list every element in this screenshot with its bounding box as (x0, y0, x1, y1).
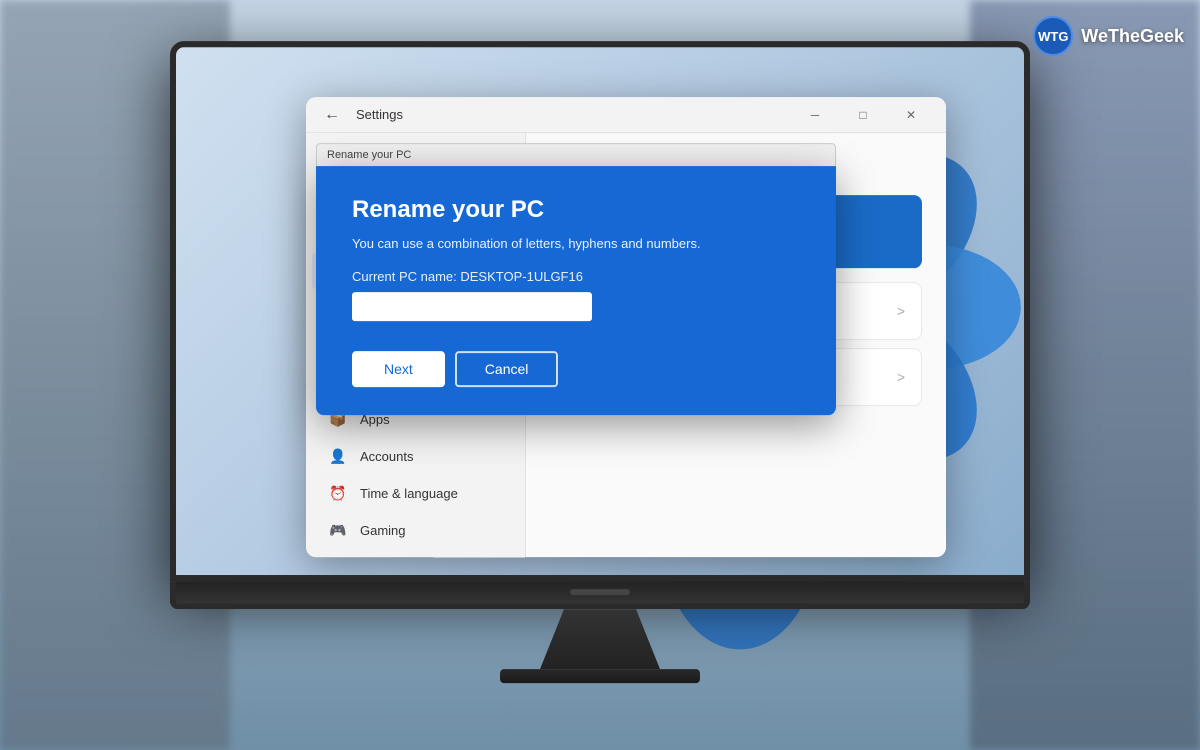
settings-title: Settings (356, 107, 403, 122)
maximize-button[interactable]: □ (840, 97, 886, 133)
notifications-chevron: > (897, 303, 905, 319)
gaming-icon: 🎮 (328, 520, 348, 540)
sidebar-item-accounts[interactable]: 👤 Accounts (312, 438, 519, 474)
sidebar-label-accounts: Accounts (360, 449, 413, 464)
rename-titlebar-text: Rename your PC (327, 149, 411, 161)
rename-dialog-desc: You can use a combination of letters, hy… (352, 236, 800, 251)
next-button[interactable]: Next (352, 351, 445, 387)
sidebar-label-time: Time & language (360, 486, 458, 501)
minimize-button[interactable]: ─ (792, 97, 838, 133)
back-button[interactable]: ← (318, 101, 346, 129)
sidebar-item-gaming[interactable]: 🎮 Gaming (312, 512, 519, 548)
wtg-brand-name: WeTheGeek (1081, 26, 1184, 47)
monitor-screen: ← Settings ─ □ ✕ 👤 (170, 41, 1030, 581)
new-pc-name-input[interactable] (352, 292, 592, 321)
rename-dialog-titlebar: Rename your PC (316, 143, 836, 167)
cancel-button[interactable]: Cancel (455, 351, 559, 387)
close-button[interactable]: ✕ (888, 97, 934, 133)
monitor-stand (540, 609, 660, 669)
current-pc-name-label: Current PC name: DESKTOP-1ULGF16 (352, 269, 800, 284)
time-icon: ⏰ (328, 483, 348, 503)
monitor-content: ← Settings ─ □ ✕ 👤 (176, 47, 1024, 575)
rename-pc-dialog: Rename your PC You can use a combination… (316, 166, 836, 415)
rename-dialog-title: Rename your PC (352, 196, 800, 224)
sidebar-item-time[interactable]: ⏰ Time & language (312, 475, 519, 511)
window-controls: ─ □ ✕ (792, 97, 934, 133)
wtg-icon: WTG (1033, 16, 1073, 56)
monitor-wrapper: ← Settings ─ □ ✕ 👤 (170, 41, 1030, 683)
wethegeek-logo: WTG WeTheGeek (1033, 16, 1184, 56)
dialog-buttons: Next Cancel (352, 351, 800, 387)
focus-chevron: > (897, 369, 905, 385)
sidebar-item-accessibility[interactable]: ♿ Accessibility (312, 549, 519, 557)
accounts-icon: 👤 (328, 446, 348, 466)
settings-titlebar: ← Settings ─ □ ✕ (306, 97, 946, 133)
monitor-bezel (170, 581, 1030, 609)
sidebar-label-gaming: Gaming (360, 523, 406, 538)
monitor-base (500, 669, 700, 683)
